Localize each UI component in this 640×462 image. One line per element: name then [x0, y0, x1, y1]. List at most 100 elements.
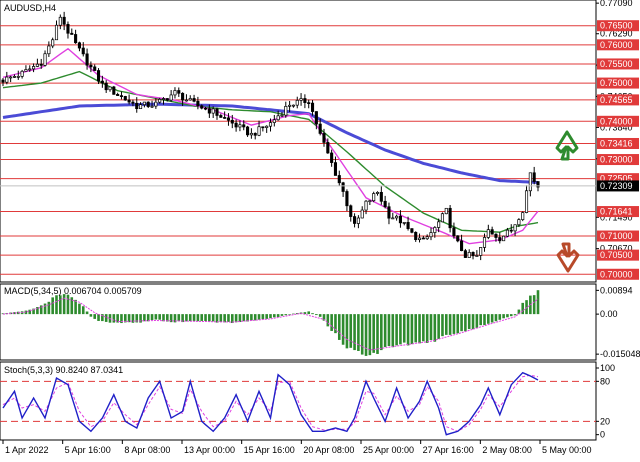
- macd-bar: [471, 314, 475, 330]
- candle-body: [81, 47, 85, 55]
- candle-body: [395, 215, 399, 219]
- candle-body: [169, 94, 173, 101]
- macd-bar: [383, 314, 387, 347]
- candle-body: [460, 240, 464, 252]
- macd-bar: [250, 314, 253, 321]
- macd-bar: [318, 314, 322, 317]
- macd-bar: [188, 314, 192, 322]
- macd-tick-label: 0.00: [600, 309, 618, 319]
- macd-bar: [357, 314, 360, 351]
- time-tick-label: 2 May 08:00: [482, 445, 532, 455]
- macd-bar: [372, 314, 375, 353]
- candle-body: [181, 92, 185, 101]
- macd-bar: [276, 314, 280, 317]
- candle-body: [265, 125, 269, 128]
- stochastic-title: Stoch(5,3,3) 90.8240 87.0341: [4, 365, 123, 375]
- macd-bar: [150, 314, 154, 321]
- candle-body: [524, 190, 529, 213]
- macd-bar: [223, 314, 226, 323]
- candle-body: [299, 98, 303, 101]
- candle-body: [356, 217, 360, 224]
- candle-body: [54, 24, 59, 41]
- candle-body: [127, 99, 131, 103]
- candle-body: [238, 124, 242, 128]
- candle-body: [425, 236, 429, 240]
- candle-body: [383, 200, 387, 208]
- level-price-label: 0.73000: [600, 155, 633, 165]
- candle-body: [203, 107, 208, 110]
- price-pane: AUDUSD,H4: [0, 0, 597, 283]
- macd-bar: [330, 314, 333, 331]
- candle-body: [9, 76, 13, 79]
- macd-bar: [311, 313, 314, 315]
- candle-body: [414, 231, 418, 240]
- candle-body: [207, 108, 211, 114]
- time-tick-label: 15 Apr 16:00: [244, 445, 295, 455]
- candle-body: [165, 98, 169, 101]
- candle-body: [490, 229, 494, 235]
- macd-bar: [368, 314, 372, 356]
- candle-body: [440, 213, 445, 223]
- candle-body: [226, 117, 231, 121]
- candle-body: [215, 108, 219, 116]
- candle-body: [387, 206, 391, 219]
- macd-bar: [387, 314, 391, 347]
- candle-body: [303, 98, 307, 103]
- candle-body: [20, 70, 24, 77]
- macd-pane: MACD(5,34,5) 0.006704 0.005709: [0, 283, 597, 361]
- macd-bar: [315, 314, 318, 316]
- macd-bar: [467, 314, 471, 330]
- macd-bar: [448, 314, 452, 335]
- candle-body: [66, 23, 70, 34]
- candle-body: [62, 16, 66, 25]
- macd-bar: [376, 314, 379, 354]
- candle-body: [108, 86, 112, 91]
- macd-bar: [36, 307, 39, 315]
- candle-body: [410, 228, 414, 233]
- macd-bar: [422, 314, 425, 342]
- level-price-label: 0.75000: [600, 78, 633, 88]
- macd-axis: 0.00894 0.00 -0.015048: [596, 285, 640, 359]
- macd-bar: [353, 314, 356, 351]
- candle-body: [310, 102, 315, 112]
- level-price-label: 0.74000: [600, 116, 633, 126]
- macd-bar: [502, 314, 505, 319]
- macd-bar: [334, 314, 337, 334]
- candle-body: [379, 191, 383, 202]
- candle-body: [116, 94, 120, 96]
- candle-body: [1, 79, 5, 83]
- macd-bar: [253, 314, 257, 321]
- macd-bar: [55, 295, 58, 315]
- candle-body: [104, 82, 108, 91]
- candle-body: [161, 98, 166, 100]
- time-tick-label: 13 Apr 00:00: [184, 445, 235, 455]
- candle-body: [337, 175, 341, 184]
- macd-bar: [494, 314, 498, 322]
- candle-body: [119, 95, 124, 97]
- candle-body: [5, 76, 9, 83]
- candle-body: [47, 45, 51, 55]
- macd-bar: [391, 314, 395, 348]
- price-tick-label: 0.77090: [600, 0, 633, 8]
- macd-bar: [273, 314, 276, 318]
- macd-title: MACD(5,34,5) 0.006704 0.005709: [4, 286, 142, 296]
- time-tick-label: 8 Apr 08:00: [124, 445, 170, 455]
- candle-body: [314, 111, 318, 125]
- candle-body: [96, 70, 101, 82]
- candle-body: [288, 104, 292, 107]
- macd-bar: [345, 314, 349, 349]
- candle-body: [463, 250, 467, 258]
- candle-body: [12, 76, 17, 78]
- price-axis: 0.770900.762900.754700.746500.738400.730…: [596, 0, 639, 280]
- macd-bar: [43, 303, 47, 315]
- candle-body: [437, 221, 441, 228]
- level-price-label: 0.74565: [600, 95, 633, 105]
- candle-body: [51, 39, 55, 47]
- level-price-label: 0.76500: [600, 21, 633, 31]
- price-pane-frame: [0, 0, 597, 283]
- candle-body: [532, 172, 536, 182]
- macd-bar: [513, 314, 517, 316]
- candle-body: [85, 53, 89, 66]
- macd-bar: [402, 314, 406, 343]
- candle-body: [341, 182, 345, 192]
